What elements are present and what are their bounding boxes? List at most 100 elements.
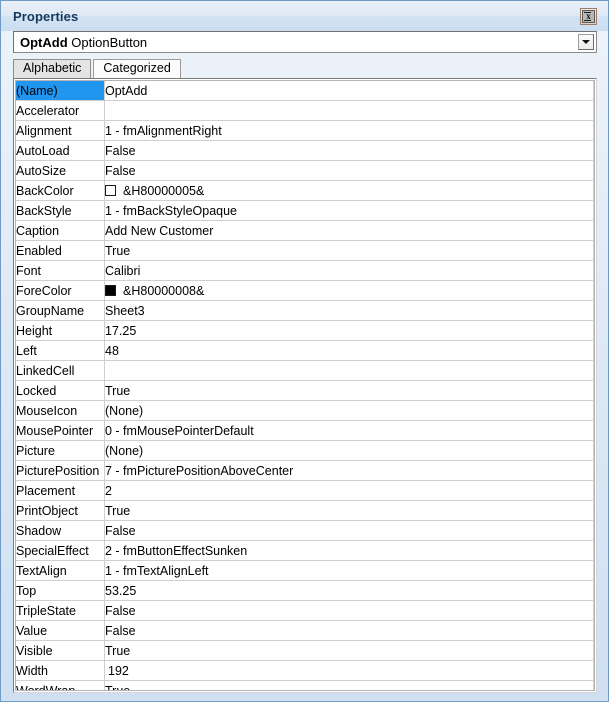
- property-value-cell[interactable]: 2 - fmButtonEffectSunken: [104, 540, 594, 561]
- property-value-cell[interactable]: (None): [104, 400, 594, 421]
- property-row[interactable]: AutoLoad False: [16, 140, 594, 161]
- property-row[interactable]: ForeColor &H80000008&: [16, 280, 594, 301]
- property-value-cell[interactable]: False: [104, 520, 594, 541]
- property-name-cell[interactable]: Shadow: [16, 520, 105, 541]
- property-name-cell[interactable]: Picture: [16, 440, 105, 461]
- property-value-cell[interactable]: False: [104, 140, 594, 161]
- property-row[interactable]: LinkedCell: [16, 360, 594, 381]
- tab-alphabetic[interactable]: Alphabetic: [13, 59, 92, 78]
- property-value-cell[interactable]: &H80000008&: [104, 280, 594, 301]
- property-row[interactable]: Enabled True: [16, 240, 594, 261]
- property-value-cell[interactable]: 48: [104, 340, 594, 361]
- tab-categorized[interactable]: Categorized: [93, 59, 181, 78]
- property-name-cell[interactable]: MouseIcon: [16, 400, 105, 421]
- property-row[interactable]: Value False: [16, 620, 594, 641]
- property-name-cell[interactable]: Value: [16, 620, 105, 641]
- property-row[interactable]: Left 48: [16, 340, 594, 361]
- property-value-cell[interactable]: 0 - fmMousePointerDefault: [104, 420, 594, 441]
- property-row[interactable]: (Name) OptAdd: [16, 81, 594, 101]
- property-name-cell[interactable]: MousePointer: [16, 420, 105, 441]
- window-titlebar[interactable]: Properties x: [1, 1, 608, 31]
- property-value-cell[interactable]: True: [104, 240, 594, 261]
- property-row[interactable]: BackColor &H80000005&: [16, 180, 594, 201]
- property-row[interactable]: Height 17.25: [16, 320, 594, 341]
- property-name-cell[interactable]: Height: [16, 320, 105, 341]
- property-row[interactable]: Top 53.25: [16, 580, 594, 601]
- property-value-cell[interactable]: Calibri: [104, 260, 594, 281]
- property-row[interactable]: GroupName Sheet3: [16, 300, 594, 321]
- property-name-cell[interactable]: Locked: [16, 380, 105, 401]
- property-row[interactable]: Accelerator: [16, 100, 594, 121]
- property-row[interactable]: BackStyle 1 - fmBackStyleOpaque: [16, 200, 594, 221]
- property-grid[interactable]: (Name) OptAdd Accelerator Alignment 1 - fmAl…: [13, 78, 597, 693]
- property-row[interactable]: Caption Add New Customer: [16, 220, 594, 241]
- property-row[interactable]: MousePointer 0 - fmMousePointerDefault: [16, 420, 594, 441]
- property-value-cell[interactable]: 7 - fmPicturePositionAboveCenter: [104, 460, 594, 481]
- property-row[interactable]: WordWrap True: [16, 680, 594, 690]
- property-name-cell[interactable]: Enabled: [16, 240, 105, 261]
- property-value-cell[interactable]: 17.25: [104, 320, 594, 341]
- property-value-cell[interactable]: True: [104, 640, 594, 661]
- property-name-cell[interactable]: BackColor: [16, 180, 105, 201]
- object-selector-dropdown-button[interactable]: [578, 34, 594, 50]
- property-name-cell[interactable]: PrintObject: [16, 500, 105, 521]
- property-value-cell[interactable]: 1 - fmBackStyleOpaque: [104, 200, 594, 221]
- property-row[interactable]: Alignment 1 - fmAlignmentRight: [16, 120, 594, 141]
- property-row[interactable]: AutoSize False: [16, 160, 594, 181]
- property-name-cell[interactable]: Visible: [16, 640, 105, 661]
- property-value-cell[interactable]: 1 - fmAlignmentRight: [104, 120, 594, 141]
- property-row[interactable]: Picture (None): [16, 440, 594, 461]
- property-row[interactable]: TextAlign 1 - fmTextAlignLeft: [16, 560, 594, 581]
- property-name-cell[interactable]: BackStyle: [16, 200, 105, 221]
- property-value-cell[interactable]: OptAdd: [104, 81, 594, 101]
- property-value-cell[interactable]: True: [104, 500, 594, 521]
- property-value-cell[interactable]: False: [104, 620, 594, 641]
- property-value-cell[interactable]: [104, 360, 594, 381]
- property-value-cell[interactable]: Add New Customer: [104, 220, 594, 241]
- property-name-cell[interactable]: Width: [16, 660, 105, 681]
- property-value-cell[interactable]: 2: [104, 480, 594, 501]
- property-row[interactable]: Font Calibri: [16, 260, 594, 281]
- property-name-cell[interactable]: ForeColor: [16, 280, 105, 301]
- property-row[interactable]: PrintObject True: [16, 500, 594, 521]
- property-name-cell[interactable]: AutoSize: [16, 160, 105, 181]
- property-row[interactable]: PicturePosition 7 - fmPicturePositionAbov…: [16, 460, 594, 481]
- property-row[interactable]: MouseIcon (None): [16, 400, 594, 421]
- property-value-cell[interactable]: &H80000005&: [104, 180, 594, 201]
- property-name-cell[interactable]: Alignment: [16, 120, 105, 141]
- object-selector-combobox[interactable]: OptAdd OptionButton: [13, 31, 597, 53]
- property-value-cell[interactable]: [104, 100, 594, 121]
- property-value-cell[interactable]: True: [104, 380, 594, 401]
- property-name-cell[interactable]: AutoLoad: [16, 140, 105, 161]
- property-row[interactable]: Placement 2: [16, 480, 594, 501]
- property-name-cell[interactable]: Font: [16, 260, 105, 281]
- property-value-cell[interactable]: Sheet3: [104, 300, 594, 321]
- property-name-cell[interactable]: PicturePosition: [16, 460, 105, 481]
- property-value-cell[interactable]: 192: [104, 660, 594, 681]
- close-button[interactable]: x: [580, 8, 597, 25]
- property-name-cell[interactable]: WordWrap: [16, 680, 105, 690]
- property-row[interactable]: SpecialEffect 2 - fmButtonEffectSunken: [16, 540, 594, 561]
- property-value-cell[interactable]: False: [104, 160, 594, 181]
- property-value-cell[interactable]: (None): [104, 440, 594, 461]
- property-name-cell[interactable]: Top: [16, 580, 105, 601]
- property-name-cell[interactable]: TextAlign: [16, 560, 105, 581]
- property-value-cell[interactable]: True: [104, 680, 594, 690]
- property-row[interactable]: Shadow False: [16, 520, 594, 541]
- property-value-cell[interactable]: 53.25: [104, 580, 594, 601]
- property-name-cell[interactable]: SpecialEffect: [16, 540, 105, 561]
- property-row[interactable]: Locked True: [16, 380, 594, 401]
- property-row[interactable]: Visible True: [16, 640, 594, 661]
- property-name-cell[interactable]: Caption: [16, 220, 105, 241]
- property-name-cell[interactable]: Placement: [16, 480, 105, 501]
- property-row[interactable]: Width 192: [16, 660, 594, 681]
- property-name-cell[interactable]: LinkedCell: [16, 360, 105, 381]
- property-name-cell[interactable]: GroupName: [16, 300, 105, 321]
- property-value-cell[interactable]: 1 - fmTextAlignLeft: [104, 560, 594, 581]
- property-name-cell[interactable]: TripleState: [16, 600, 105, 621]
- property-name-cell[interactable]: Left: [16, 340, 105, 361]
- property-name-cell[interactable]: (Name): [16, 81, 105, 101]
- property-row[interactable]: TripleState False: [16, 600, 594, 621]
- property-name-cell[interactable]: Accelerator: [16, 100, 105, 121]
- property-value-cell[interactable]: False: [104, 600, 594, 621]
